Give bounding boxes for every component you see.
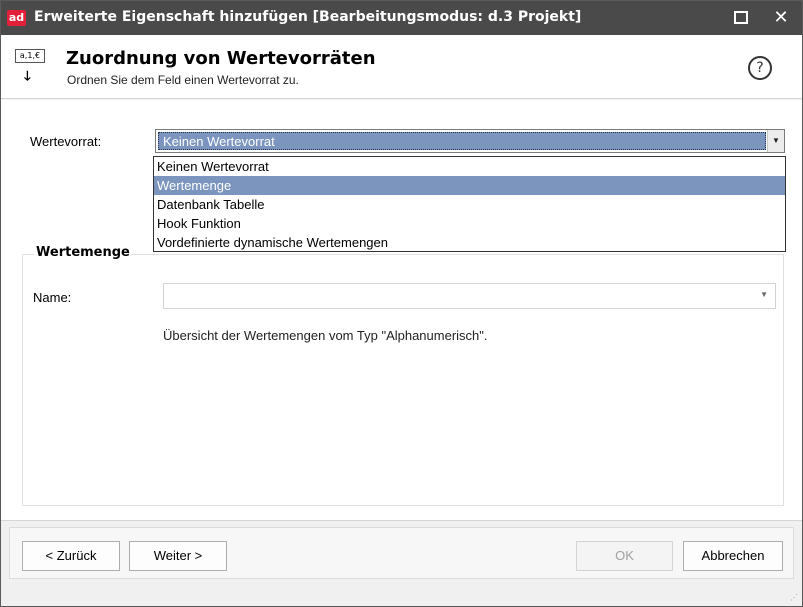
close-icon: ✕ xyxy=(773,7,789,28)
window-title: Erweiterte Eigenschaft hinzufügen [Bearb… xyxy=(34,9,582,25)
dropdown-option[interactable]: Hook Funktion xyxy=(154,214,785,233)
wertevorrat-combobox[interactable]: Keinen Wertevorrat ▼ xyxy=(155,129,785,153)
maximize-icon xyxy=(734,11,748,24)
cancel-button[interactable]: Abbrechen xyxy=(683,541,783,571)
wizard-footer: < Zurück Weiter > OK Abbrechen ⋰ xyxy=(1,520,802,606)
help-icon[interactable]: ? xyxy=(748,56,772,80)
status-bar: ⋰ xyxy=(1,580,802,606)
close-button[interactable]: ✕ xyxy=(759,1,803,35)
dropdown-option[interactable]: Datenbank Tabelle xyxy=(154,195,785,214)
info-text: Übersicht der Wertemengen vom Typ "Alpha… xyxy=(163,328,488,343)
dropdown-option[interactable]: Vordefinierte dynamische Wertemengen xyxy=(154,233,785,252)
content-area: Wertevorrat: Keinen Wertevorrat ▼ Keinen… xyxy=(1,100,802,520)
value-list-icon: a,1,€ 🡓 xyxy=(15,49,45,91)
resize-grip-icon[interactable]: ⋰ xyxy=(790,593,798,602)
next-button[interactable]: Weiter > xyxy=(129,541,227,571)
app-logo-icon: ad xyxy=(7,10,26,26)
dropdown-option[interactable]: Keinen Wertevorrat xyxy=(154,157,785,176)
arrow-down-icon: 🡓 xyxy=(24,69,31,84)
maximize-button[interactable] xyxy=(719,1,763,35)
ok-button[interactable]: OK xyxy=(576,541,673,571)
wertevorrat-label: Wertevorrat: xyxy=(30,134,102,149)
wertevorrat-dropdown-list: Keinen Wertevorrat Wertemenge Datenbank … xyxy=(153,156,786,252)
name-select[interactable]: ▼ xyxy=(163,283,776,309)
wizard-header: a,1,€ 🡓 Zuordnung von Wertevorräten Ordn… xyxy=(1,35,802,99)
value-tag-icon: a,1,€ xyxy=(15,49,45,63)
title-bar[interactable]: ad Erweiterte Eigenschaft hinzufügen [Be… xyxy=(1,1,802,35)
wertevorrat-selected-value: Keinen Wertevorrat xyxy=(158,132,766,150)
page-title: Zuordnung von Wertevorräten xyxy=(66,48,376,69)
button-bar: < Zurück Weiter > OK Abbrechen xyxy=(9,527,794,579)
page-subtitle: Ordnen Sie dem Feld einen Wertevorrat zu… xyxy=(67,73,299,87)
name-label: Name: xyxy=(33,290,72,305)
chevron-down-icon[interactable]: ▼ xyxy=(767,130,784,152)
back-button[interactable]: < Zurück xyxy=(22,541,120,571)
dialog-window: ad Erweiterte Eigenschaft hinzufügen [Be… xyxy=(0,0,803,607)
dropdown-option[interactable]: Wertemenge xyxy=(154,176,785,195)
wertemenge-group: Wertemenge Name: ▼ Übersicht der Werteme… xyxy=(22,245,784,506)
chevron-down-icon[interactable]: ▼ xyxy=(760,290,768,299)
group-title: Wertemenge xyxy=(34,245,132,260)
